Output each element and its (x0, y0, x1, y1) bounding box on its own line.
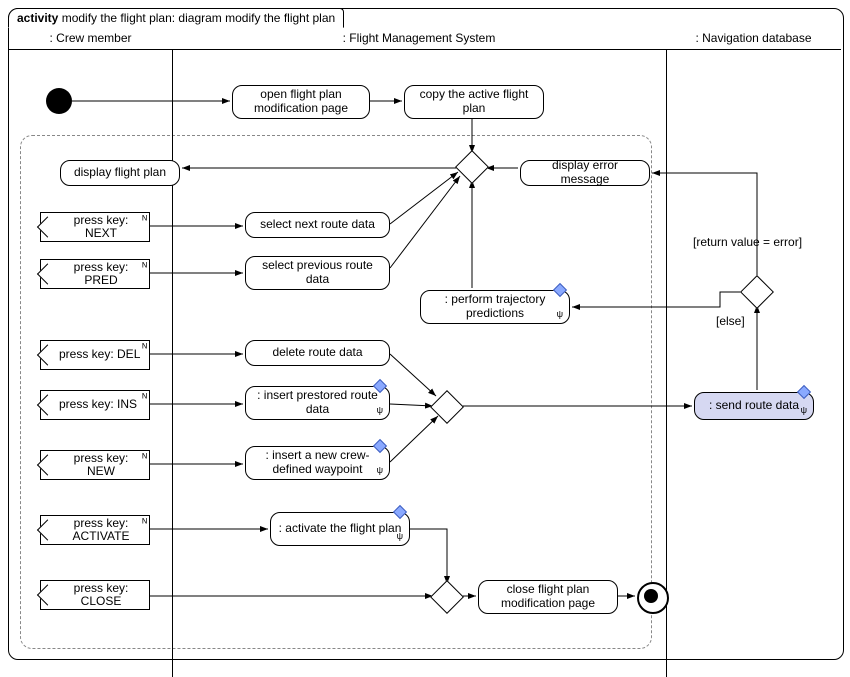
lane-divider-1 (172, 27, 173, 677)
lane-header-nav: : Navigation database (666, 27, 841, 50)
interrupt-icon: ᴺ (142, 262, 145, 272)
guard-error: [return value = error] (693, 235, 802, 249)
initial-node (46, 88, 72, 114)
action-copy-plan: copy the active flight plan (404, 85, 544, 119)
action-error-msg: display error message (520, 160, 650, 186)
diagram-kind: activity (17, 11, 58, 25)
event-ins: press key: INSᴺ (40, 390, 150, 420)
action-insert-prestored: : insert prestored route dataψ (245, 386, 390, 420)
lane-header-fms: : Flight Management System (172, 27, 667, 50)
rake-icon: ψ (557, 310, 563, 319)
interrupt-icon: ᴺ (142, 343, 145, 353)
rake-icon: ψ (377, 466, 383, 475)
final-node (637, 582, 669, 614)
interrupt-icon: ᴺ (142, 393, 145, 403)
event-del: press key: DELᴺ (40, 340, 150, 370)
event-close: press key: CLOSE (40, 580, 150, 610)
interrupt-icon: ᴺ (142, 518, 145, 528)
activity-diagram: activity modify the flight plan: diagram… (0, 0, 850, 677)
interrupt-icon: ᴺ (142, 215, 145, 225)
action-select-prev: select previous route data (245, 256, 390, 290)
event-pred: press key: PREDᴺ (40, 259, 150, 289)
guard-else: [else] (716, 314, 745, 328)
action-display-plan: display flight plan (60, 160, 180, 186)
rake-icon: ψ (397, 532, 403, 541)
action-activate-plan: : activate the flight planψ (270, 512, 410, 546)
rake-icon: ψ (801, 406, 807, 415)
action-send-route: : send route dataψ (694, 392, 814, 420)
event-act: press key: ACTIVATEᴺ (40, 515, 150, 545)
lane-divider-2 (666, 27, 667, 677)
action-delete-route: delete route data (245, 340, 390, 366)
event-next: press key: NEXTᴺ (40, 212, 150, 242)
lane-header-crew: : Crew member (9, 27, 173, 50)
action-open-page: open flight plan modification page (232, 85, 370, 119)
diagram-title-tab: activity modify the flight plan: diagram… (8, 8, 344, 28)
diagram-title: modify the flight plan: diagram modify t… (62, 11, 335, 25)
interrupt-icon: ᴺ (142, 453, 145, 463)
action-select-next: select next route data (245, 212, 390, 238)
rake-icon: ψ (377, 406, 383, 415)
action-close-page: close flight plan modification page (478, 580, 618, 614)
action-perform-trajectory: : perform trajectory predictionsψ (420, 290, 570, 324)
event-new: press key: NEWᴺ (40, 450, 150, 480)
action-insert-waypoint: : insert a new crew-defined waypointψ (245, 446, 390, 480)
